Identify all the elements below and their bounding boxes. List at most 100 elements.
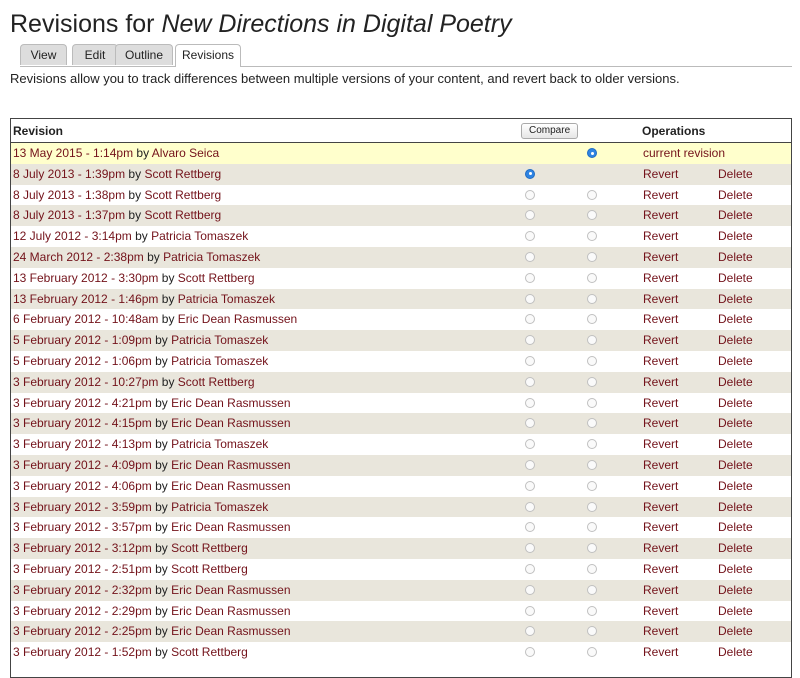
revert-link[interactable]: Revert — [643, 268, 678, 289]
revision-date-link[interactable]: 3 February 2012 - 2:25pm — [13, 624, 152, 638]
author-link[interactable]: Eric Dean Rasmussen — [178, 312, 297, 326]
author-link[interactable]: Patricia Tomaszek — [151, 229, 248, 243]
author-link[interactable]: Alvaro Seica — [152, 146, 219, 160]
revision-date-link[interactable]: 3 February 2012 - 4:13pm — [13, 437, 152, 451]
compare-right-radio-icon[interactable] — [587, 647, 597, 658]
author-link[interactable]: Eric Dean Rasmussen — [171, 416, 290, 430]
revert-link[interactable]: Revert — [643, 247, 678, 268]
revision-date-link[interactable]: 5 February 2012 - 1:09pm — [13, 333, 152, 347]
revert-link[interactable]: Revert — [643, 185, 678, 206]
author-link[interactable]: Patricia Tomaszek — [178, 292, 275, 306]
revision-date-link[interactable]: 12 July 2012 - 3:14pm — [13, 229, 132, 243]
compare-right-radio-icon[interactable] — [587, 335, 597, 346]
delete-link[interactable]: Delete — [718, 497, 753, 518]
delete-link[interactable]: Delete — [718, 413, 753, 434]
compare-right-radio-icon[interactable] — [587, 480, 597, 491]
compare-right-radio-icon[interactable] — [587, 210, 597, 221]
compare-left-radio-icon[interactable] — [525, 251, 535, 262]
compare-left-radio-icon[interactable] — [525, 168, 535, 179]
revert-link[interactable]: Revert — [643, 289, 678, 310]
compare-right-radio-icon[interactable] — [587, 563, 597, 574]
compare-right-radio-icon[interactable] — [587, 189, 597, 200]
author-link[interactable]: Patricia Tomaszek — [171, 354, 268, 368]
compare-left-radio-icon[interactable] — [525, 231, 535, 242]
author-link[interactable]: Scott Rettberg — [144, 208, 221, 222]
compare-right-radio-icon[interactable] — [587, 148, 597, 158]
author-link[interactable]: Patricia Tomaszek — [171, 333, 268, 347]
revision-date-link[interactable]: 8 July 2013 - 1:37pm — [13, 208, 125, 222]
compare-right-radio-icon[interactable] — [587, 231, 597, 242]
compare-left-radio-icon[interactable] — [525, 522, 535, 533]
delete-link[interactable]: Delete — [718, 476, 753, 497]
delete-link[interactable]: Delete — [718, 580, 753, 601]
revision-date-link[interactable]: 13 February 2012 - 3:30pm — [13, 271, 158, 285]
delete-link[interactable]: Delete — [718, 434, 753, 455]
compare-right-radio-icon[interactable] — [587, 522, 597, 533]
delete-link[interactable]: Delete — [718, 205, 753, 226]
revision-date-link[interactable]: 13 February 2012 - 1:46pm — [13, 292, 158, 306]
revision-date-link[interactable]: 24 March 2012 - 2:38pm — [13, 250, 144, 264]
author-link[interactable]: Patricia Tomaszek — [171, 500, 268, 514]
delete-link[interactable]: Delete — [718, 247, 753, 268]
compare-right-radio-icon[interactable] — [587, 626, 597, 637]
revision-date-link[interactable]: 5 February 2012 - 1:06pm — [13, 354, 152, 368]
revision-date-link[interactable]: 3 February 2012 - 4:06pm — [13, 479, 152, 493]
tab-edit[interactable]: Edit — [72, 44, 118, 65]
author-link[interactable]: Eric Dean Rasmussen — [171, 583, 290, 597]
tab-view[interactable]: View — [20, 44, 67, 65]
revert-link[interactable]: Revert — [643, 580, 678, 601]
revert-link[interactable]: Revert — [643, 205, 678, 226]
compare-left-radio-icon[interactable] — [525, 293, 535, 304]
author-link[interactable]: Eric Dean Rasmussen — [171, 396, 290, 410]
compare-right-radio-icon[interactable] — [587, 605, 597, 616]
delete-link[interactable]: Delete — [718, 559, 753, 580]
revision-date-link[interactable]: 3 February 2012 - 4:09pm — [13, 458, 152, 472]
delete-link[interactable]: Delete — [718, 330, 753, 351]
revert-link[interactable]: Revert — [643, 330, 678, 351]
compare-left-radio-icon[interactable] — [525, 501, 535, 512]
compare-right-radio-icon[interactable] — [587, 584, 597, 595]
author-link[interactable]: Eric Dean Rasmussen — [171, 624, 290, 638]
compare-right-radio-icon[interactable] — [587, 397, 597, 408]
compare-right-radio-icon[interactable] — [587, 418, 597, 429]
revision-date-link[interactable]: 3 February 2012 - 3:12pm — [13, 541, 152, 555]
revert-link[interactable]: Revert — [643, 642, 678, 663]
revert-link[interactable]: Revert — [643, 372, 678, 393]
delete-link[interactable]: Delete — [718, 372, 753, 393]
author-link[interactable]: Scott Rettberg — [144, 188, 221, 202]
delete-link[interactable]: Delete — [718, 309, 753, 330]
author-link[interactable]: Patricia Tomaszek — [163, 250, 260, 264]
compare-left-radio-icon[interactable] — [525, 335, 535, 346]
delete-link[interactable]: Delete — [718, 601, 753, 622]
revision-date-link[interactable]: 3 February 2012 - 4:21pm — [13, 396, 152, 410]
compare-left-radio-icon[interactable] — [525, 647, 535, 658]
delete-link[interactable]: Delete — [718, 289, 753, 310]
compare-right-radio-icon[interactable] — [587, 439, 597, 450]
compare-left-radio-icon[interactable] — [525, 418, 535, 429]
revert-link[interactable]: Revert — [643, 164, 678, 185]
author-link[interactable]: Eric Dean Rasmussen — [171, 458, 290, 472]
tab-revisions[interactable]: Revisions — [175, 44, 241, 67]
revision-date-link[interactable]: 3 February 2012 - 3:59pm — [13, 500, 152, 514]
delete-link[interactable]: Delete — [718, 517, 753, 538]
compare-right-radio-icon[interactable] — [587, 251, 597, 262]
delete-link[interactable]: Delete — [718, 538, 753, 559]
revision-date-link[interactable]: 3 February 2012 - 2:51pm — [13, 562, 152, 576]
author-link[interactable]: Scott Rettberg — [171, 541, 248, 555]
revert-link[interactable]: Revert — [643, 476, 678, 497]
revert-link[interactable]: Revert — [643, 413, 678, 434]
author-link[interactable]: Scott Rettberg — [144, 167, 221, 181]
delete-link[interactable]: Delete — [718, 393, 753, 414]
compare-left-radio-icon[interactable] — [525, 563, 535, 574]
compare-left-radio-icon[interactable] — [525, 272, 535, 283]
author-link[interactable]: Scott Rettberg — [178, 271, 255, 285]
compare-right-radio-icon[interactable] — [587, 376, 597, 387]
author-link[interactable]: Patricia Tomaszek — [171, 437, 268, 451]
author-link[interactable]: Scott Rettberg — [178, 375, 255, 389]
compare-right-radio-icon[interactable] — [587, 355, 597, 366]
compare-right-radio-icon[interactable] — [587, 543, 597, 554]
revision-date-link[interactable]: 3 February 2012 - 3:57pm — [13, 520, 152, 534]
compare-right-radio-icon[interactable] — [587, 272, 597, 283]
revision-date-link[interactable]: 3 February 2012 - 10:27pm — [13, 375, 158, 389]
compare-right-radio-icon[interactable] — [587, 293, 597, 304]
